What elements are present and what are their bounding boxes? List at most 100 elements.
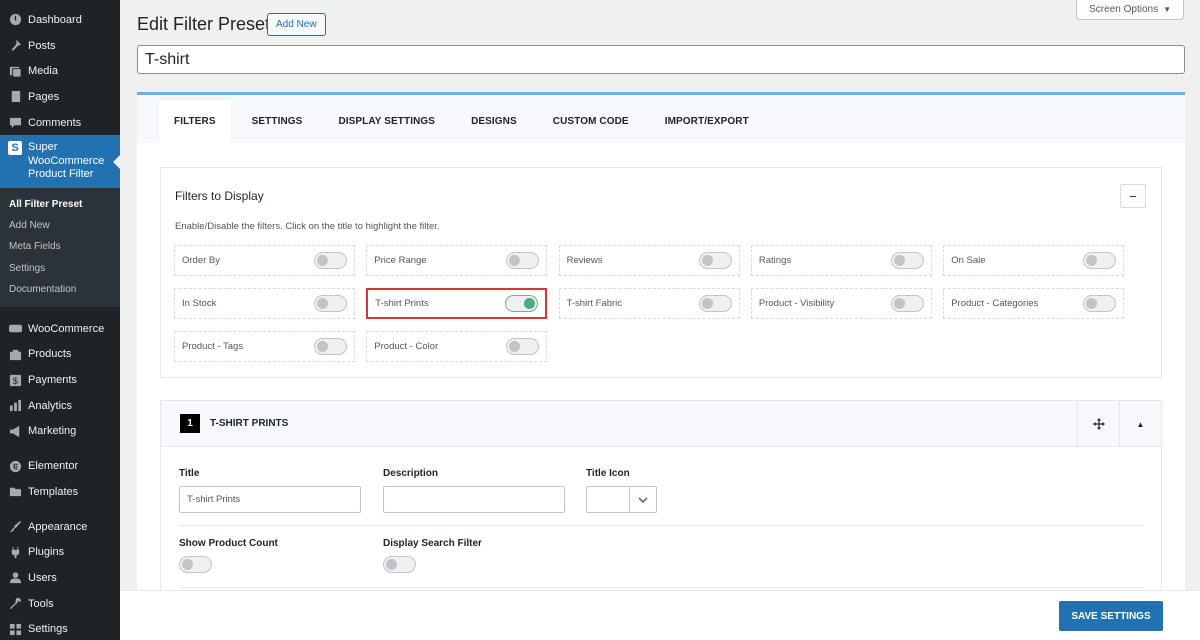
submenu-item-meta-fields[interactable]: Meta Fields: [0, 236, 120, 257]
menu-item-label: Media: [28, 65, 58, 78]
filter-item-label[interactable]: Ratings: [759, 255, 791, 266]
menu-item-users[interactable]: Users: [0, 565, 120, 591]
payments-icon: $: [8, 373, 22, 387]
menu-item-payments[interactable]: $ Payments: [0, 367, 120, 393]
filter-item-label[interactable]: Product - Tags: [182, 341, 243, 352]
filter-toggle[interactable]: [1083, 295, 1117, 312]
filter-item-label[interactable]: T-shirt Fabric: [567, 298, 622, 309]
description-field-input[interactable]: [383, 486, 565, 513]
filter-toggle[interactable]: [1083, 252, 1117, 269]
filter-toggle[interactable]: [314, 252, 347, 269]
menu-item-comments[interactable]: Comments: [0, 110, 120, 136]
filter-item-label[interactable]: T-shirt Prints: [375, 298, 428, 309]
filter-item-t-shirt-fabric[interactable]: T-shirt Fabric: [558, 288, 740, 319]
tab-filters[interactable]: FILTERS: [159, 100, 231, 143]
drag-move-handle[interactable]: [1077, 401, 1119, 447]
filter-toggle[interactable]: [698, 295, 732, 312]
tabs-bar: FILTERS SETTINGS DISPLAY SETTINGS DESIGNS CU…: [137, 95, 1185, 143]
section-header[interactable]: 1 T-SHIRT PRINTS ▲: [161, 401, 1161, 447]
filter-item-label[interactable]: Product - Color: [374, 341, 438, 352]
filter-item-reviews[interactable]: Reviews: [558, 245, 740, 276]
title-field-input[interactable]: T-shirt Prints: [179, 486, 361, 513]
menu-item-label: Users: [28, 571, 57, 584]
menu-item-products[interactable]: Products: [0, 342, 120, 368]
chevron-down-icon: [630, 487, 656, 512]
caret-down-icon: ▼: [1163, 5, 1171, 14]
menu-item-super-product-filter[interactable]: S Super WooCommerce Product Filter: [0, 135, 120, 188]
filter-toggle[interactable]: [890, 252, 924, 269]
filter-item-label[interactable]: Order By: [182, 255, 220, 266]
tab-import-export[interactable]: IMPORT/EXPORT: [650, 100, 764, 143]
collapse-button[interactable]: −: [1120, 184, 1146, 208]
menu-item-posts[interactable]: Posts: [0, 33, 120, 59]
menu-item-settings[interactable]: Settings: [0, 616, 120, 640]
submenu-item-add-new[interactable]: Add New: [0, 215, 120, 236]
filter-toggle[interactable]: [314, 338, 347, 355]
menu-item-plugins[interactable]: Plugins: [0, 539, 120, 565]
tab-display-settings[interactable]: DISPLAY SETTINGS: [323, 100, 450, 143]
submenu: All Filter Preset Add New Meta Fields Setti…: [0, 187, 120, 307]
screen-options-button[interactable]: Screen Options ▼: [1076, 0, 1184, 20]
preset-title-input[interactable]: [137, 45, 1185, 74]
filter-item-product-categories[interactable]: Product - Categories: [943, 288, 1125, 319]
woo-icon: [8, 322, 22, 336]
menu-item-dashboard[interactable]: Dashboard: [0, 7, 120, 33]
menu-item-media[interactable]: Media: [0, 58, 120, 84]
filter-item-product-visibility[interactable]: Product - Visibility: [750, 288, 932, 319]
filter-item-label[interactable]: On Sale: [951, 255, 985, 266]
filter-item-label[interactable]: Product - Visibility: [759, 298, 834, 309]
filter-toggle[interactable]: [505, 295, 539, 312]
save-settings-button[interactable]: SAVE SETTINGS: [1059, 601, 1163, 631]
section-collapse-button[interactable]: ▲: [1119, 401, 1161, 447]
brush-icon: [8, 520, 22, 534]
menu-item-label: Plugins: [28, 546, 65, 559]
menu-item-label: Super WooCommerce Product Filter: [28, 141, 105, 181]
display-search-filter-label: Display Search Filter: [383, 538, 482, 549]
filter-toggle[interactable]: [506, 252, 540, 269]
menu-item-pages[interactable]: Pages: [0, 84, 120, 110]
filter-toggle[interactable]: [314, 295, 347, 312]
tab-settings[interactable]: SETTINGS: [237, 100, 318, 143]
filter-item-product-color[interactable]: Product - Color: [366, 331, 548, 362]
menu-item-label: Marketing: [28, 425, 77, 438]
main-content: Edit Filter Preset Add New Screen Option…: [120, 0, 1200, 640]
menu-item-woocommerce[interactable]: WooCommerce: [0, 316, 120, 342]
filter-item-in-stock[interactable]: In Stock: [174, 288, 355, 319]
section-number-badge: 1: [180, 414, 200, 433]
menu-item-marketing[interactable]: Marketing: [0, 419, 120, 445]
menu-item-templates[interactable]: Templates: [0, 479, 120, 505]
filter-toggle[interactable]: [890, 295, 924, 312]
filter-item-t-shirt-prints[interactable]: T-shirt Prints: [366, 288, 548, 319]
display-search-filter-toggle[interactable]: [383, 556, 416, 573]
submenu-item-all-filter-preset[interactable]: All Filter Preset: [0, 194, 120, 215]
show-product-count-toggle[interactable]: [179, 556, 212, 573]
filter-item-price-range[interactable]: Price Range: [366, 245, 548, 276]
menu-item-label: Tools: [28, 597, 54, 610]
move-icon: [1092, 418, 1105, 430]
filter-item-product-tags[interactable]: Product - Tags: [174, 331, 355, 362]
elementor-icon: [8, 459, 22, 473]
menu-item-elementor[interactable]: Elementor: [0, 453, 120, 479]
filter-item-label[interactable]: Product - Categories: [951, 298, 1038, 309]
submenu-item-settings[interactable]: Settings: [0, 258, 120, 279]
menu-item-tools[interactable]: Tools: [0, 591, 120, 617]
add-new-button[interactable]: Add New: [267, 13, 326, 36]
filter-item-on-sale[interactable]: On Sale: [943, 245, 1125, 276]
filter-item-label[interactable]: Reviews: [567, 255, 603, 266]
submenu-item-documentation[interactable]: Documentation: [0, 279, 120, 300]
filter-item-order-by[interactable]: Order By: [174, 245, 355, 276]
tab-designs[interactable]: DESIGNS: [456, 100, 532, 143]
menu-item-appearance[interactable]: Appearance: [0, 514, 120, 540]
filter-item-label[interactable]: Price Range: [374, 255, 426, 266]
menu-item-label: Dashboard: [28, 13, 82, 26]
title-icon-select[interactable]: [586, 486, 657, 513]
filter-toggle[interactable]: [506, 338, 540, 355]
analytics-icon: [8, 399, 22, 413]
menu-item-analytics[interactable]: Analytics: [0, 393, 120, 419]
filter-item-ratings[interactable]: Ratings: [750, 245, 932, 276]
filter-item-label[interactable]: In Stock: [182, 298, 216, 309]
megaphone-icon: [8, 424, 22, 438]
tab-custom-code[interactable]: CUSTOM CODE: [538, 100, 644, 143]
filter-toggle[interactable]: [698, 252, 732, 269]
filters-to-display-box: Filters to Display − Enable/Disable the …: [160, 167, 1162, 378]
